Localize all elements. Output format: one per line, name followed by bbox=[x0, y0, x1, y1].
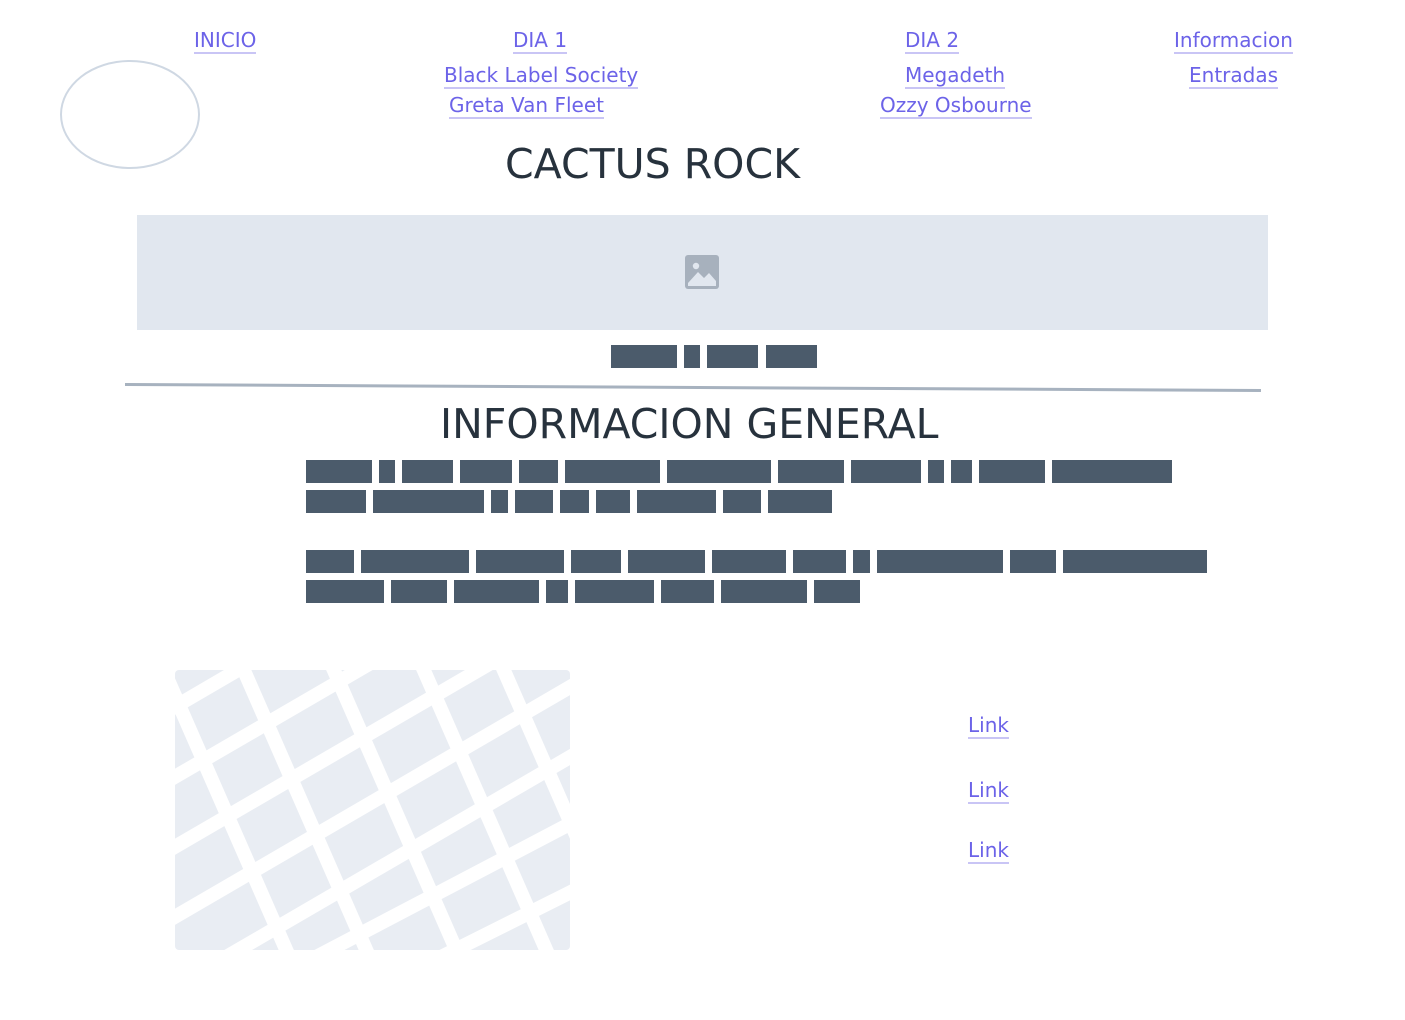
text-placeholder-bar bbox=[565, 460, 660, 483]
link-3[interactable]: Link bbox=[968, 839, 1009, 864]
text-placeholder-bar bbox=[628, 550, 705, 573]
nav-greta-van-fleet-link[interactable]: Greta Van Fleet bbox=[449, 94, 604, 119]
text-placeholder-bar bbox=[515, 490, 553, 513]
text-placeholder-bar bbox=[391, 580, 447, 603]
map-placeholder[interactable] bbox=[175, 670, 570, 950]
text-placeholder-bar bbox=[571, 550, 621, 573]
text-placeholder-bar bbox=[611, 345, 677, 368]
text-placeholder-bar bbox=[361, 550, 469, 573]
link-1[interactable]: Link bbox=[968, 714, 1009, 739]
nav-megadeth-link[interactable]: Megadeth bbox=[905, 64, 1006, 89]
image-icon bbox=[685, 255, 719, 289]
text-placeholder-bar bbox=[684, 345, 700, 368]
text-placeholder-bar bbox=[306, 460, 372, 483]
text-placeholder-bar bbox=[778, 460, 844, 483]
text-placeholder-bar bbox=[766, 345, 817, 368]
text-placeholder-bar bbox=[306, 580, 384, 603]
text-placeholder-bar bbox=[707, 345, 758, 368]
text-placeholder-bar bbox=[476, 550, 564, 573]
section-divider bbox=[124, 383, 1261, 392]
nav-entradas-link[interactable]: Entradas bbox=[1189, 64, 1279, 89]
text-placeholder-bar bbox=[1063, 550, 1207, 573]
text-placeholder-bar bbox=[814, 580, 860, 603]
text-placeholder-bar bbox=[928, 460, 944, 483]
nav-dia1-link[interactable]: DIA 1 bbox=[513, 29, 568, 54]
text-placeholder-bar bbox=[402, 460, 453, 483]
nav-black-label-society-link[interactable]: Black Label Society bbox=[444, 64, 639, 89]
text-placeholder-bar bbox=[723, 490, 761, 513]
map-streets-graphic bbox=[175, 670, 570, 950]
text-placeholder-bar bbox=[851, 460, 921, 483]
text-placeholder-bar bbox=[667, 460, 771, 483]
text-placeholder-bar bbox=[306, 550, 354, 573]
text-placeholder-bar bbox=[373, 490, 484, 513]
text-placeholder-bar bbox=[519, 460, 558, 483]
hero-image-placeholder bbox=[137, 215, 1268, 330]
text-placeholder-bar bbox=[546, 580, 568, 603]
text-placeholder-bar bbox=[491, 490, 508, 513]
text-placeholder-bar bbox=[1010, 550, 1056, 573]
section-title: INFORMACION GENERAL bbox=[440, 400, 939, 448]
text-placeholder-bar bbox=[712, 550, 786, 573]
text-placeholder-bar bbox=[661, 580, 714, 603]
nav-informacion-link[interactable]: Informacion bbox=[1174, 29, 1293, 54]
text-placeholder-bar bbox=[575, 580, 654, 603]
text-placeholder-bar bbox=[877, 550, 1003, 573]
text-placeholder-bar bbox=[793, 550, 846, 573]
logo-placeholder bbox=[60, 60, 200, 169]
text-placeholder-bar bbox=[460, 460, 512, 483]
text-placeholder-bar bbox=[379, 460, 395, 483]
text-placeholder-bar bbox=[951, 460, 972, 483]
text-placeholder-bar bbox=[637, 490, 716, 513]
nav-dia2-link[interactable]: DIA 2 bbox=[905, 29, 960, 54]
text-placeholder-bar bbox=[979, 460, 1045, 483]
nav-inicio-link[interactable]: INICIO bbox=[194, 29, 257, 54]
nav-ozzy-osbourne-link[interactable]: Ozzy Osbourne bbox=[880, 94, 1032, 119]
text-placeholder-bar bbox=[454, 580, 539, 603]
text-placeholder-bar bbox=[560, 490, 589, 513]
text-placeholder-bar bbox=[768, 490, 832, 513]
text-placeholder-bar bbox=[306, 490, 366, 513]
page-title: CACTUS ROCK bbox=[505, 140, 800, 188]
text-placeholder-bar bbox=[1052, 460, 1172, 483]
link-2[interactable]: Link bbox=[968, 779, 1009, 804]
text-placeholder-bar bbox=[853, 550, 870, 573]
text-placeholder-bar bbox=[596, 490, 630, 513]
text-placeholder-bar bbox=[721, 580, 807, 603]
